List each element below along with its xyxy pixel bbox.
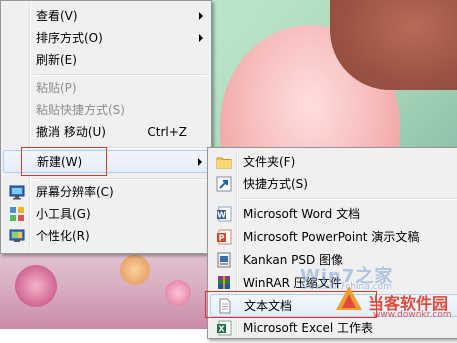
menu-item-view[interactable]: 查看(V) (3, 5, 209, 27)
submenu-arrow-icon (198, 158, 202, 166)
new-item-shortcut[interactable]: 快捷方式(S) (210, 173, 457, 195)
menu-item-screen-resolution[interactable]: 屏幕分辨率(C) (3, 181, 209, 203)
svg-text:W: W (217, 211, 226, 220)
gadgets-icon (9, 206, 25, 222)
menu-separator (33, 178, 207, 180)
watermark-site-url: www.downkr.com (373, 310, 452, 320)
menu-separator (33, 74, 207, 76)
new-item-powerpoint-presentation[interactable]: P Microsoft PowerPoint 演示文稿 (210, 226, 457, 248)
word-icon: W (216, 206, 232, 222)
svg-text:P: P (219, 234, 225, 243)
wallpaper-flower (120, 255, 150, 285)
wallpaper-flower (15, 265, 57, 307)
menu-separator (240, 198, 457, 200)
personalize-icon (9, 228, 25, 244)
menu-item-gadgets[interactable]: 小工具(G) (3, 203, 209, 225)
menu-item-personalize[interactable]: 个性化(R) (3, 225, 209, 247)
menu-item-refresh[interactable]: 刷新(E) (3, 49, 209, 71)
desktop-context-menu: 查看(V) 排序方式(O) 刷新(E) 粘贴(P) 粘贴快捷方式(S) 撤消 移… (0, 0, 212, 254)
menu-item-sort-by[interactable]: 排序方式(O) (3, 27, 209, 49)
winrar-icon (216, 275, 232, 291)
folder-icon (216, 154, 232, 170)
wallpaper-flower (165, 280, 191, 306)
menu-item-paste[interactable]: 粘贴(P) (3, 77, 209, 99)
psd-icon (216, 252, 232, 268)
shortcut-text: Ctrl+Z (147, 125, 187, 139)
submenu-arrow-icon (199, 12, 203, 20)
new-item-excel-worksheet[interactable]: X Microsoft Excel 工作表 (210, 317, 457, 339)
new-item-word-document[interactable]: W Microsoft Word 文档 (210, 203, 457, 225)
shortcut-icon (216, 176, 232, 192)
menu-item-undo-move[interactable]: 撤消 移动(U) Ctrl+Z (3, 121, 209, 143)
menu-item-paste-shortcut[interactable]: 粘贴快捷方式(S) (3, 99, 209, 121)
powerpoint-icon: P (216, 229, 232, 245)
new-item-folder[interactable]: 文件夹(F) (210, 151, 457, 173)
submenu-arrow-icon (199, 34, 203, 42)
watermark-logo-icon (334, 284, 364, 314)
svg-text:X: X (218, 325, 225, 334)
excel-icon: X (216, 320, 232, 336)
highlight-box-new (21, 147, 107, 176)
screen-resolution-icon (9, 184, 25, 200)
